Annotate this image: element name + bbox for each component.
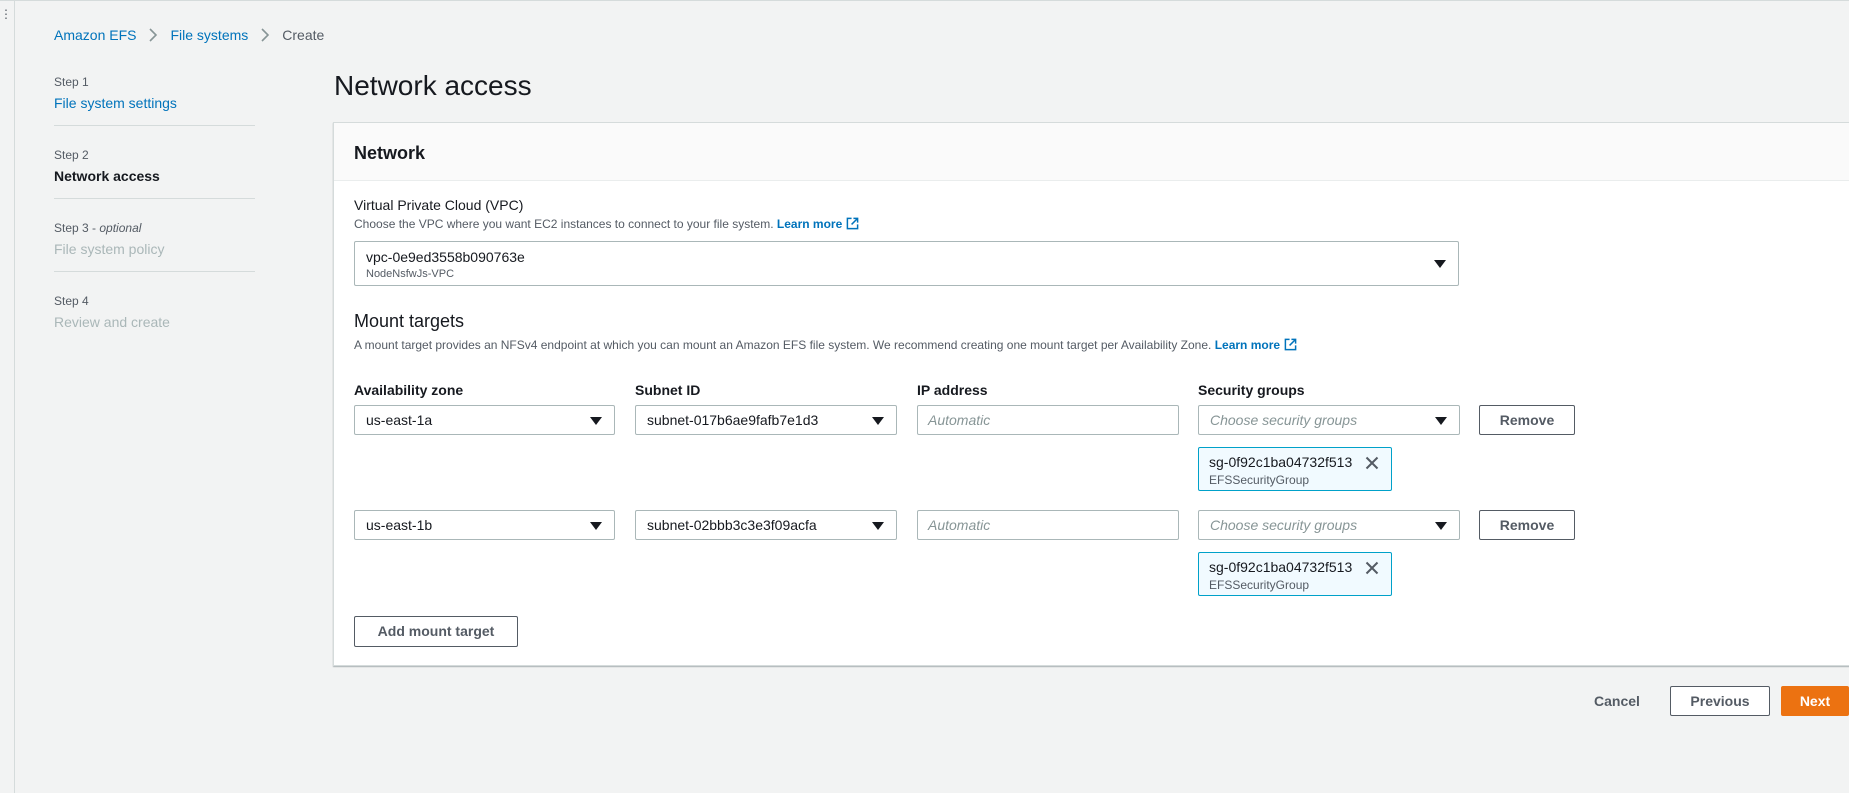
availability-zone-value: us-east-1b [366, 517, 433, 533]
column-security-groups: Security groups [1198, 382, 1305, 398]
step-number: Step 3 - optional [54, 221, 142, 235]
security-groups-select[interactable]: Choose security groups [1198, 405, 1460, 435]
step-label-file-system-policy: File system policy [54, 241, 165, 257]
step-label-review-and-create: Review and create [54, 314, 170, 330]
mount-targets-learn-more-link[interactable]: Learn more [1215, 338, 1297, 352]
close-icon[interactable] [1365, 561, 1379, 575]
step-2: Step 2 Network access [54, 148, 255, 199]
subnet-select[interactable]: subnet-017b6ae9fafb7e1d3 [635, 405, 897, 435]
caret-down-icon [590, 417, 602, 425]
page-title: Network access [334, 70, 532, 101]
vpc-select[interactable]: vpc-0e9ed3558b090763e NodeNsfwJs-VPC [354, 241, 1459, 286]
security-group-name: EFSSecurityGroup [1209, 578, 1310, 592]
security-group-token: sg-0f92c1ba04732f513 EFSSecurityGroup [1198, 447, 1392, 491]
next-button[interactable]: Next [1781, 686, 1849, 716]
security-group-name: EFSSecurityGroup [1209, 473, 1310, 487]
panel-title: Network [354, 143, 426, 163]
close-icon[interactable] [1365, 456, 1379, 470]
caret-down-icon [1435, 522, 1447, 530]
chevron-right-icon [149, 28, 158, 42]
vpc-description: Choose the VPC where you want EC2 instan… [354, 217, 859, 231]
breadcrumb: Amazon EFS File systems Create [54, 27, 324, 43]
column-ip-address: IP address [917, 382, 988, 398]
step-1: Step 1 File system settings [54, 75, 255, 126]
breadcrumb-create: Create [282, 27, 325, 43]
remove-button[interactable]: Remove [1479, 405, 1575, 435]
previous-button[interactable]: Previous [1670, 686, 1770, 716]
availability-zone-select[interactable]: us-east-1a [354, 405, 615, 435]
security-groups-placeholder: Choose security groups [1210, 517, 1358, 533]
add-mount-target-button[interactable]: Add mount target [354, 616, 518, 647]
mount-targets-heading: Mount targets [354, 311, 465, 331]
chevron-right-icon [261, 28, 270, 42]
drawer-handle-icon[interactable]: ⋮ [0, 8, 12, 20]
subnet-select[interactable]: subnet-02bbb3c3e3f09acfa [635, 510, 897, 540]
subnet-value: subnet-017b6ae9fafb7e1d3 [647, 412, 819, 428]
mount-targets-description: A mount target provides an NFSv4 endpoin… [354, 338, 1297, 352]
step-number: Step 4 [54, 294, 89, 308]
vpc-label: Virtual Private Cloud (VPC) [354, 197, 524, 213]
external-link-icon [1284, 338, 1297, 351]
ip-address-input[interactable]: Automatic [917, 510, 1179, 540]
remove-button[interactable]: Remove [1479, 510, 1575, 540]
vpc-learn-more-link[interactable]: Learn more [777, 217, 859, 231]
step-3: Step 3 - optional File system policy [54, 221, 255, 272]
step-optional-tag: optional [99, 221, 142, 235]
caret-down-icon [1435, 417, 1447, 425]
ip-address-input[interactable]: Automatic [917, 405, 1179, 435]
step-label-network-access: Network access [54, 168, 160, 184]
caret-down-icon [1434, 260, 1446, 268]
step-link-file-system-settings[interactable]: File system settings [54, 95, 255, 111]
column-subnet-id: Subnet ID [635, 382, 701, 398]
security-group-id: sg-0f92c1ba04732f513 [1209, 559, 1353, 575]
subnet-value: subnet-02bbb3c3e3f09acfa [647, 517, 817, 533]
security-group-id: sg-0f92c1ba04732f513 [1209, 454, 1353, 470]
caret-down-icon [590, 522, 602, 530]
vpc-select-name: NodeNsfwJs-VPC [366, 268, 455, 280]
vpc-select-value: vpc-0e9ed3558b090763e [366, 249, 525, 265]
left-border [14, 0, 15, 793]
top-border [0, 0, 1849, 1]
external-link-icon [846, 217, 859, 230]
breadcrumb-file-systems[interactable]: File systems [170, 27, 248, 43]
step-4: Step 4 Review and create [54, 294, 255, 345]
step-number: Step 2 [54, 148, 89, 162]
wizard-steps: Step 1 File system settings Step 2 Netwo… [54, 75, 255, 367]
security-groups-placeholder: Choose security groups [1210, 412, 1358, 428]
step-number: Step 1 [54, 75, 89, 89]
caret-down-icon [872, 522, 884, 530]
network-panel: Network Virtual Private Cloud (VPC) Choo… [333, 122, 1849, 666]
breadcrumb-amazon-efs[interactable]: Amazon EFS [54, 27, 136, 43]
column-availability-zone: Availability zone [354, 382, 464, 398]
caret-down-icon [872, 417, 884, 425]
security-groups-select[interactable]: Choose security groups [1198, 510, 1460, 540]
panel-header: Network [334, 123, 1849, 181]
cancel-button[interactable]: Cancel [1594, 693, 1640, 709]
security-group-token: sg-0f92c1ba04732f513 EFSSecurityGroup [1198, 552, 1392, 596]
availability-zone-select[interactable]: us-east-1b [354, 510, 615, 540]
availability-zone-value: us-east-1a [366, 412, 433, 428]
